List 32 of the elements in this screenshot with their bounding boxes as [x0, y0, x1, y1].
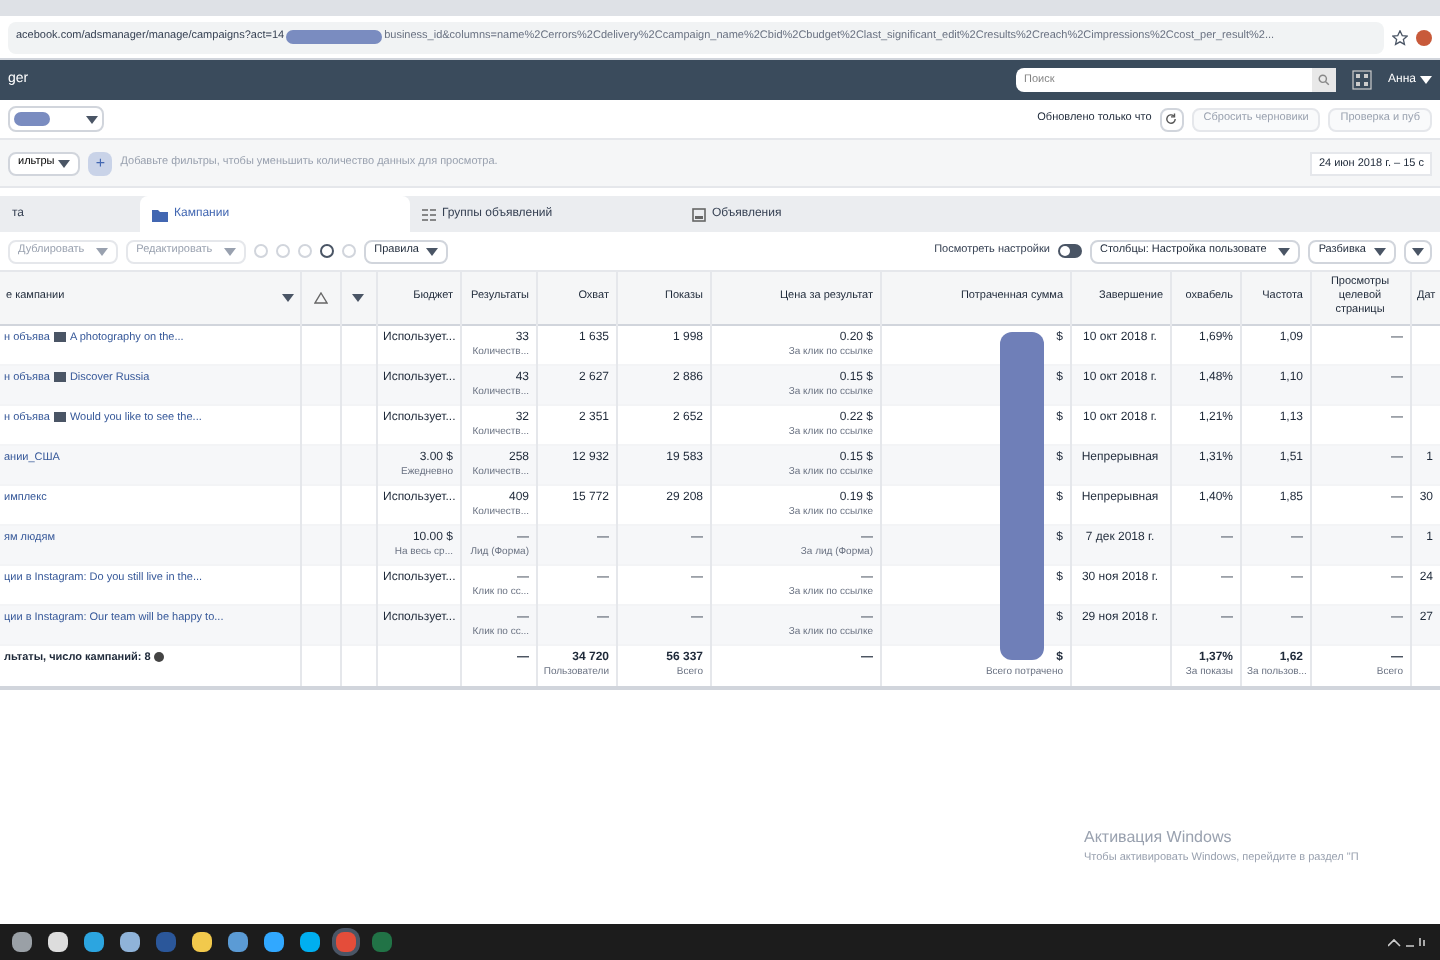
caret-icon — [96, 247, 109, 255]
caret-icon — [224, 247, 237, 255]
account-dropdown[interactable] — [8, 106, 104, 132]
caret-icon — [1278, 247, 1291, 255]
caret-icon — [1420, 76, 1432, 84]
extension-icon[interactable] — [1416, 29, 1432, 45]
redaction-block — [14, 112, 50, 126]
refresh-icon — [1164, 112, 1179, 126]
caret-icon — [1412, 247, 1424, 255]
caret-icon — [425, 247, 437, 255]
grid-icon — [422, 207, 436, 221]
activation-title: Активация Windows — [1084, 826, 1234, 851]
ad-icon — [692, 207, 706, 221]
caret-icon — [86, 115, 98, 123]
caret-icon — [58, 159, 71, 167]
star-icon[interactable] — [1392, 29, 1408, 45]
tray-icons[interactable] — [1388, 936, 1428, 948]
search-icon — [1318, 74, 1331, 86]
add-filter-button[interactable]: + — [88, 151, 113, 175]
info-icon[interactable] — [154, 652, 165, 663]
folder-icon — [152, 207, 168, 221]
caret-icon — [1374, 247, 1386, 255]
caret-icon — [352, 293, 364, 302]
more-dropdown[interactable] — [1404, 239, 1432, 263]
address-bar[interactable] — [8, 21, 1384, 53]
view-settings-toggle[interactable] — [1057, 244, 1082, 258]
redaction-block — [286, 30, 383, 44]
search-button[interactable] — [1312, 68, 1337, 92]
warning-icon — [313, 291, 327, 304]
refresh-button[interactable] — [1159, 107, 1184, 131]
caret-icon — [281, 293, 293, 302]
grid-icon[interactable] — [1352, 70, 1373, 90]
